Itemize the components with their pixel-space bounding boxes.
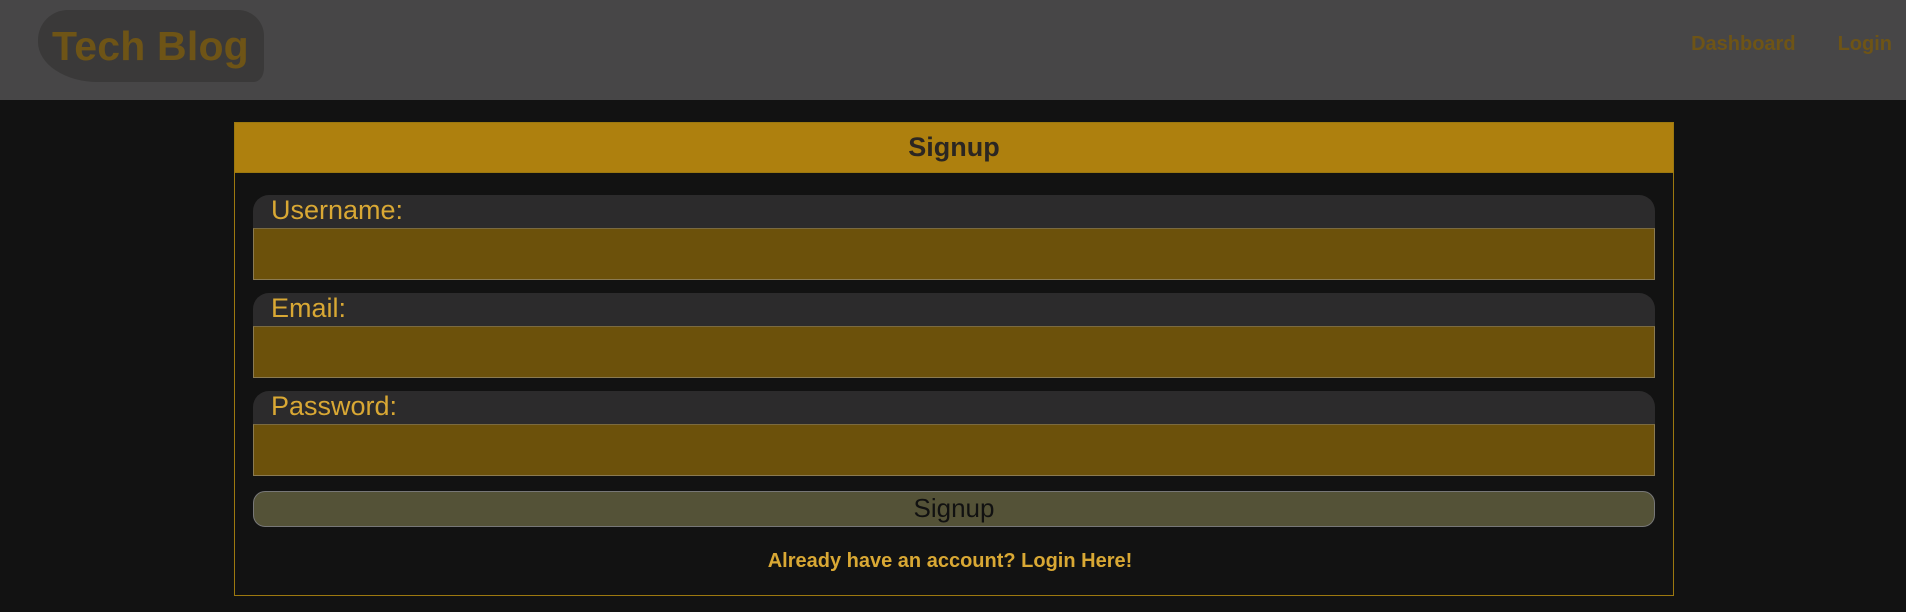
signup-card: Signup Username: Email: Password: Signup… xyxy=(234,122,1674,596)
email-input[interactable] xyxy=(253,326,1655,378)
password-label-bar: Password: xyxy=(253,391,1655,424)
email-field-group: Email: xyxy=(253,293,1655,378)
signup-button[interactable]: Signup xyxy=(253,491,1655,527)
username-field-group: Username: xyxy=(253,195,1655,280)
email-label-bar: Email: xyxy=(253,293,1655,326)
site-logo[interactable]: Tech Blog xyxy=(38,10,264,82)
signup-title: Signup xyxy=(908,132,1000,162)
main-nav: Dashboard Login xyxy=(1691,33,1892,56)
signup-button-label: Signup xyxy=(913,493,995,523)
email-label: Email: xyxy=(271,293,347,323)
password-input[interactable] xyxy=(253,424,1655,476)
username-input[interactable] xyxy=(253,228,1655,280)
username-label-bar: Username: xyxy=(253,195,1655,228)
site-header: Tech Blog Dashboard Login xyxy=(0,0,1906,100)
password-field-group: Password: xyxy=(253,391,1655,476)
nav-dashboard-link[interactable]: Dashboard xyxy=(1691,33,1795,56)
logo-text: Tech Blog xyxy=(52,22,249,69)
nav-login-link[interactable]: Login xyxy=(1838,33,1892,56)
login-here-link[interactable]: Already have an account? Login Here! xyxy=(235,550,1665,573)
signup-card-header: Signup xyxy=(235,123,1673,173)
password-label: Password: xyxy=(271,391,398,421)
username-label: Username: xyxy=(271,195,404,225)
